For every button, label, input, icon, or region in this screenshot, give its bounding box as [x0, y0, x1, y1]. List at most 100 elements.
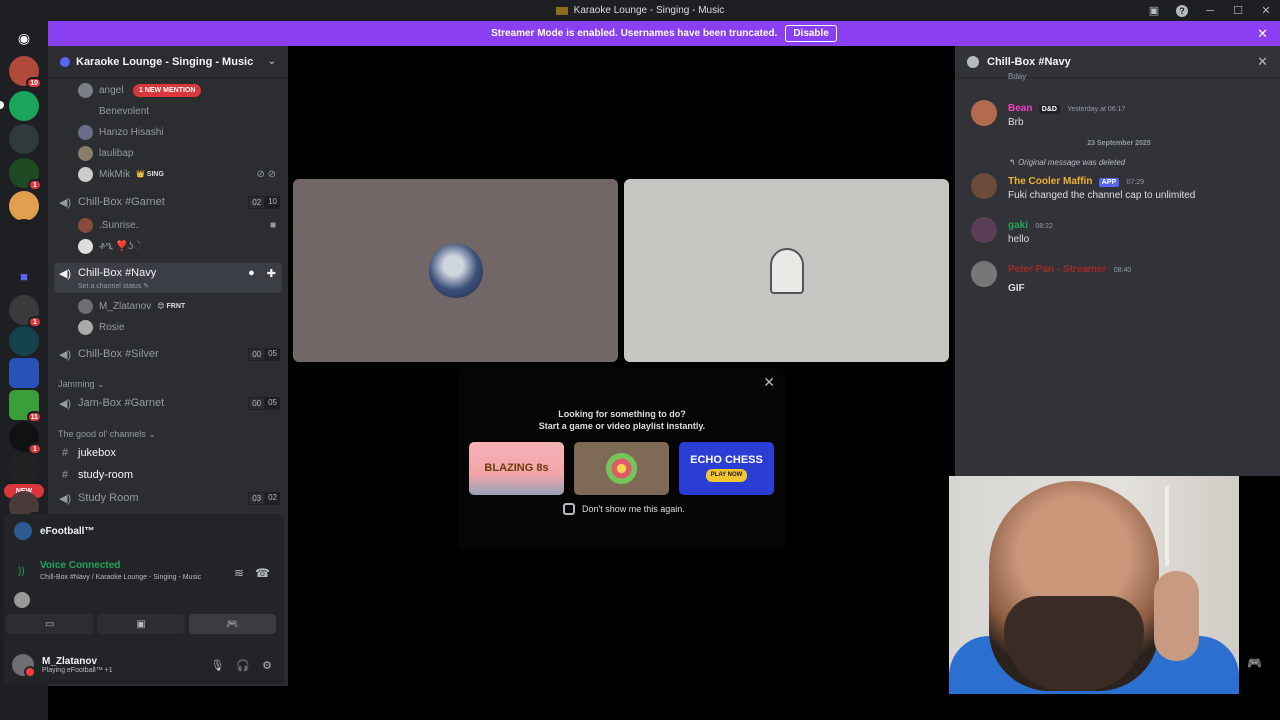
banner-text: Streamer Mode is enabled. Usernames have…	[491, 28, 778, 39]
activity-card-bubbles[interactable]	[574, 442, 669, 495]
chat-bubble-icon[interactable]: ●	[248, 267, 255, 279]
activity-button[interactable]: 🎮	[188, 614, 276, 634]
camera-cigarette	[1165, 486, 1169, 566]
server-avatar-2[interactable]	[9, 91, 39, 121]
disable-streamer-button[interactable]: Disable	[785, 25, 837, 42]
inbox-icon[interactable]: ▣	[1140, 0, 1168, 21]
server-avatar-6[interactable]	[9, 219, 39, 249]
gear-icon[interactable]: ⚙	[262, 659, 272, 672]
new-mention-pill[interactable]: 1 NEW MENTION	[133, 84, 202, 97]
unread-pip	[0, 101, 4, 109]
server-avatar-7[interactable]: 1	[9, 295, 42, 328]
title-bar: Karaoke Lounge - Singing - Music ▣ ? ─ ☐…	[0, 0, 1280, 21]
modal-title: Looking for something to do? Start a gam…	[538, 409, 706, 431]
activity-card-blazing8s[interactable]: BLAZING 8s	[469, 442, 564, 495]
avatar	[78, 217, 93, 233]
headphones-icon[interactable]: 🎧	[236, 659, 250, 672]
chat-message[interactable]: The Cooler Maffin APP 07:29 Fuki changed…	[971, 173, 1271, 201]
voice-channel-jam[interactable]: ◀) Jam-Box #Garnet 00 05	[48, 393, 288, 413]
dont-show-row[interactable]: Don't show me this again.	[563, 503, 685, 515]
microphone-icon[interactable]: 🎙	[210, 659, 224, 672]
unread-badge: 10	[26, 77, 42, 89]
camera-button[interactable]: ▭	[6, 614, 94, 634]
hash-icon: #	[61, 469, 69, 481]
text-channel-study-room[interactable]: # study-room	[48, 465, 288, 485]
noise-suppression-icon[interactable]: ≋	[234, 566, 244, 580]
voice-user[interactable]: Rosie	[48, 317, 288, 337]
voice-user[interactable]: Benevolent	[48, 101, 288, 121]
user-avatar[interactable]	[12, 654, 36, 678]
folder-icon[interactable]: ■	[9, 261, 39, 291]
speaker-icon: ◀)	[58, 348, 72, 361]
ghost-avatar-icon	[769, 247, 804, 294]
user-status: Playing eFootball™ +1	[42, 667, 113, 674]
minimize-button[interactable]: ─	[1196, 0, 1224, 21]
chat-message[interactable]: gaki 08:22 hello	[971, 217, 1271, 245]
voice-user[interactable]: .Sunrise. ■	[48, 215, 288, 235]
voice-channel-garnet[interactable]: ◀) Chill-Box #Garnet 02 10	[48, 192, 288, 212]
speaker-icon: ◀)	[58, 268, 72, 280]
category-jamming[interactable]: Jamming ⌄	[48, 374, 288, 394]
server-avatar-12[interactable]	[9, 454, 39, 484]
chat-message[interactable]: Peter Pan - Streamer 08:40 GIF	[971, 261, 1271, 294]
chevron-down-icon[interactable]: ⌄	[268, 56, 276, 67]
participant-tile[interactable]	[293, 179, 618, 362]
server-avatar-4[interactable]: 1	[9, 158, 42, 191]
screen-share-button[interactable]: ▣	[97, 614, 185, 634]
voice-channel-navy[interactable]: ◀) Chill-Box #Navy Set a channel status …	[54, 263, 282, 293]
avatar	[78, 103, 93, 119]
server-avatar-8[interactable]	[9, 326, 39, 356]
discord-home-icon[interactable]: ◉	[9, 23, 39, 53]
activity-modal: ✕ Looking for something to do? Start a g…	[459, 368, 785, 550]
banner-close-icon[interactable]: ✕	[1257, 26, 1268, 42]
server-avatar-1[interactable]: 10	[9, 56, 42, 89]
chat-bubble-icon	[967, 55, 979, 68]
activity-card-echo-chess[interactable]: ECHO CHESS PLAY NOW	[679, 442, 774, 495]
user-tag: 😊 FRNT	[157, 303, 186, 310]
participant-tile[interactable]	[624, 179, 949, 362]
user-counter: 00 05	[248, 347, 280, 361]
username[interactable]: M_Zlatanov	[42, 656, 113, 667]
server-avatar-10[interactable]: 11	[9, 390, 42, 423]
chat-message[interactable]: Bean D&D Yesterday at 06:17 Brb	[971, 100, 1271, 128]
user-counter: 03 02	[248, 491, 280, 505]
avatar	[78, 319, 93, 335]
voice-status[interactable]: Voice Connected	[40, 560, 120, 571]
voice-channel-silver[interactable]: ◀) Chill-Box #Silver 00 05	[48, 344, 288, 364]
gamepad-icon[interactable]: 🎮	[1247, 656, 1262, 670]
participant-avatar[interactable]	[14, 592, 30, 608]
close-window-button[interactable]: ✕	[1252, 0, 1280, 21]
maximize-button[interactable]: ☐	[1224, 0, 1252, 21]
voice-user[interactable]: Hanzo Hisashi	[48, 122, 288, 142]
category-good-ol[interactable]: The good ol' channels ⌄	[48, 424, 288, 444]
activity-row[interactable]: eFootball™	[14, 522, 94, 540]
unread-badge: 11	[26, 411, 42, 423]
avatar	[78, 166, 93, 182]
dont-show-checkbox[interactable]	[563, 503, 575, 515]
avatar	[78, 298, 93, 314]
voice-channel-study[interactable]: ◀) Study Room 03 02	[48, 488, 288, 508]
channel-status[interactable]: Set a channel status ✎	[78, 282, 156, 290]
camera-feed[interactable]	[949, 476, 1239, 694]
avatar	[78, 238, 93, 254]
voice-user[interactable]: MikMik 👑 SING ⊘ ⊘	[48, 164, 288, 184]
close-chat-icon[interactable]: ✕	[1257, 54, 1268, 70]
user-counter: 02 10	[248, 195, 280, 209]
server-avatar-9[interactable]	[9, 358, 39, 388]
voice-panel: eFootball™ )) Voice Connected Chill-Box …	[4, 514, 284, 646]
add-user-icon[interactable]: ✚	[267, 267, 276, 280]
chat-header: Chill-Box #Navy ✕	[955, 46, 1280, 78]
text-channel-jukebox[interactable]: # jukebox	[48, 443, 288, 463]
disconnect-icon[interactable]: ☎	[255, 566, 270, 580]
close-icon[interactable]: ✕	[763, 374, 775, 391]
server-avatar-3[interactable]	[9, 124, 39, 154]
voice-user[interactable]: laulibap	[48, 143, 288, 163]
voice-user[interactable]: ቶዒ ❣️ʖૅ	[48, 236, 288, 256]
server-header[interactable]: Karaoke Lounge - Singing - Music ⌄	[48, 46, 288, 78]
clipped-message: Bday	[1008, 72, 1027, 81]
server-avatar-5[interactable]	[9, 191, 39, 221]
help-icon[interactable]: ?	[1168, 0, 1196, 21]
voice-location[interactable]: Chill-Box #Navy / Karaoke Lounge - Singi…	[40, 574, 201, 581]
voice-user[interactable]: M_Zlatanov 😊 FRNT	[48, 296, 288, 316]
server-avatar-11[interactable]: 1	[9, 422, 42, 455]
